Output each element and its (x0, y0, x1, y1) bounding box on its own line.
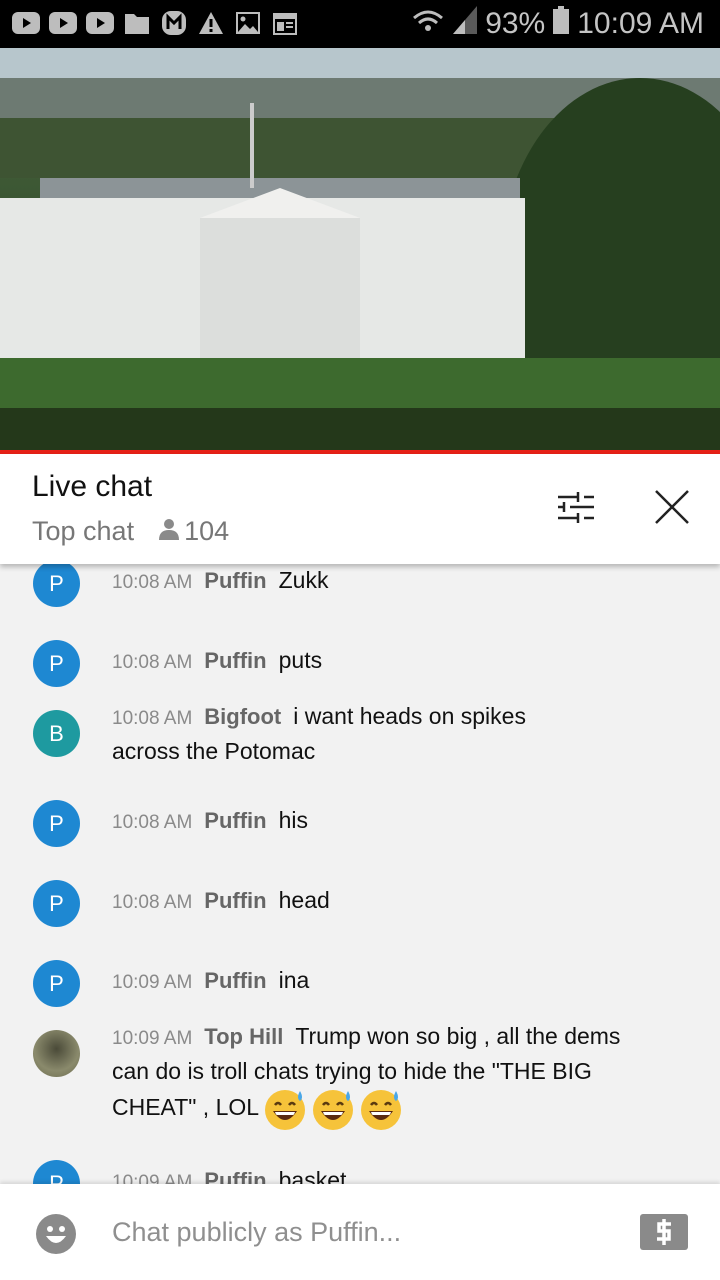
youtube-icon (86, 10, 114, 36)
message-text: puts (278, 647, 323, 673)
close-icon (653, 488, 691, 531)
chat-message-input[interactable] (112, 1212, 612, 1252)
chat-messages-list[interactable]: P 10:08 AM Puffin Zukk P 10:08 AM Puffin put… (0, 564, 720, 1184)
avatar[interactable] (33, 1030, 80, 1077)
avatar[interactable]: B (33, 710, 80, 757)
wifi-icon (411, 6, 445, 42)
message-author[interactable]: Bigfoot (204, 704, 281, 729)
avatar[interactable]: P (33, 640, 80, 687)
message-author[interactable]: Puffin (204, 888, 266, 913)
chat-input-bar (0, 1184, 720, 1280)
avatar[interactable]: P (33, 880, 80, 927)
viewer-count-value: 104 (184, 516, 230, 546)
m-app-icon (160, 10, 188, 36)
chat-mode-selector[interactable]: Top chat 104 (32, 516, 229, 547)
system-status: 93% 10:09 AM (411, 6, 704, 42)
avatar[interactable]: P (33, 564, 80, 607)
person-icon (158, 516, 180, 547)
smiley-icon (36, 1214, 76, 1258)
message-author[interactable]: Puffin (204, 808, 266, 833)
grinning-sweat-emoji (359, 1087, 403, 1131)
message-time: 10:08 AM (112, 652, 193, 673)
message-time: 10:09 AM (112, 1028, 193, 1049)
grinning-sweat-emoji (263, 1087, 307, 1131)
super-chat-button[interactable] (640, 1214, 688, 1250)
message-time: 10:08 AM (112, 708, 193, 729)
youtube-icon (12, 10, 40, 36)
message-author[interactable]: Puffin (204, 648, 266, 673)
news-icon (271, 10, 299, 36)
notification-icons (12, 10, 299, 36)
avatar[interactable]: P (33, 800, 80, 847)
signal-icon (453, 6, 478, 42)
white-house-scene (0, 48, 720, 450)
emoji-picker-button[interactable] (36, 1214, 76, 1254)
message-time: 10:08 AM (112, 812, 193, 833)
video-player[interactable] (0, 48, 720, 450)
message-text: head (278, 887, 330, 913)
image-icon (234, 10, 262, 36)
message-text: Zukk (278, 567, 329, 593)
close-chat-button[interactable] (649, 486, 695, 532)
message-time: 10:08 AM (112, 892, 193, 913)
folder-icon (123, 10, 151, 36)
message-text: his (278, 807, 309, 833)
message-author[interactable]: Top Hill (204, 1024, 283, 1049)
status-bar: 93% 10:09 AM (0, 0, 720, 48)
message-text: basket (278, 1167, 347, 1184)
viewer-count: 104 (158, 516, 229, 547)
battery-percent: 93% (485, 7, 546, 40)
chat-header: Live chat Top chat 104 (0, 454, 720, 564)
message-text: ina (278, 967, 310, 993)
avatar[interactable]: P (33, 1160, 80, 1184)
message-author[interactable]: Puffin (204, 1168, 266, 1184)
clock: 10:09 AM (577, 7, 704, 40)
filter-settings-button[interactable] (553, 486, 599, 532)
sliders-icon (556, 489, 596, 530)
message-time: 10:09 AM (112, 972, 193, 993)
warning-icon (197, 10, 225, 36)
battery-icon (553, 6, 570, 42)
message-time: 10:08 AM (112, 572, 193, 593)
chat-title: Live chat (32, 470, 153, 503)
dollar-icon (640, 1214, 688, 1254)
avatar[interactable]: P (33, 960, 80, 1007)
grinning-sweat-emoji (311, 1087, 355, 1131)
youtube-icon (49, 10, 77, 36)
message-author[interactable]: Puffin (204, 968, 266, 993)
message-author[interactable]: Puffin (204, 568, 266, 593)
chat-mode-label: Top chat (32, 516, 135, 546)
message-time: 10:09 AM (112, 1172, 193, 1184)
